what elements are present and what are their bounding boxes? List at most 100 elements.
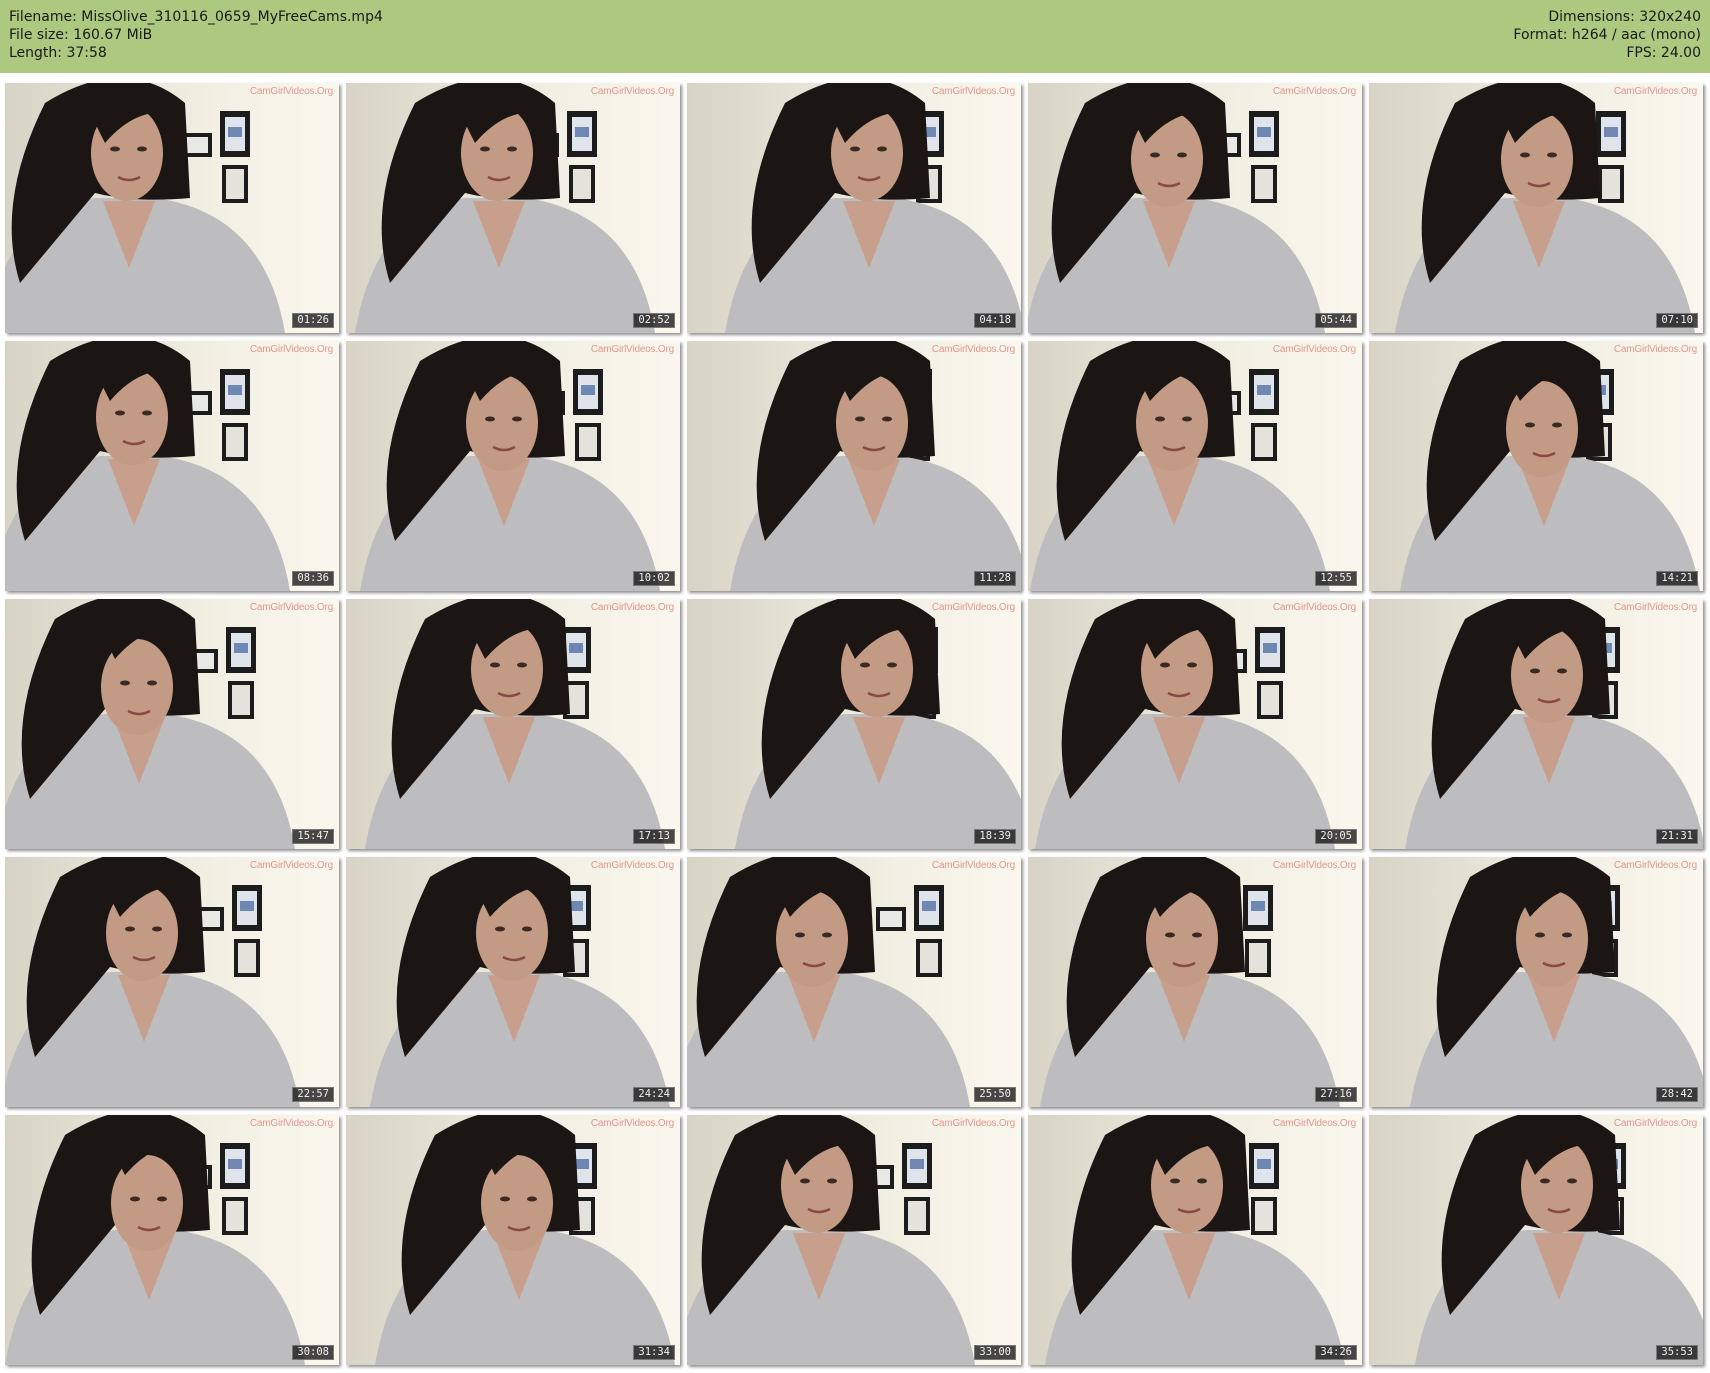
frame-image [5,1115,339,1365]
timestamp-label: 04:18 [974,313,1016,328]
video-thumbnail: CamGirlVideos.Org 05:44 [1028,83,1362,333]
frame-image [5,83,339,333]
video-thumbnail: CamGirlVideos.Org 14:21 [1369,341,1703,591]
watermark-text: CamGirlVideos.Org [249,860,333,871]
frame-image [1028,341,1362,591]
video-thumbnail: CamGirlVideos.Org 08:36 [5,341,339,591]
watermark-text: CamGirlVideos.Org [1613,1118,1697,1129]
timestamp-label: 02:52 [633,313,675,328]
watermark-text: CamGirlVideos.Org [931,1118,1015,1129]
timestamp-label: 15:47 [292,829,334,844]
timestamp-label: 18:39 [974,829,1016,844]
frame-image [346,599,680,849]
timestamp-label: 34:26 [1315,1345,1357,1360]
timestamp-label: 07:10 [1656,313,1698,328]
timestamp-label: 14:21 [1656,571,1698,586]
frame-image [5,857,339,1107]
frame-image [1028,1115,1362,1365]
watermark-text: CamGirlVideos.Org [590,602,674,613]
watermark-text: CamGirlVideos.Org [1613,602,1697,613]
watermark-text: CamGirlVideos.Org [590,1118,674,1129]
video-thumbnail: CamGirlVideos.Org 07:10 [1369,83,1703,333]
video-thumbnail: CamGirlVideos.Org 30:08 [5,1115,339,1365]
watermark-text: CamGirlVideos.Org [931,344,1015,355]
frame-image [1369,857,1703,1107]
timestamp-label: 20:05 [1315,829,1357,844]
video-thumbnail: CamGirlVideos.Org 15:47 [5,599,339,849]
timestamp-label: 11:28 [974,571,1016,586]
video-thumbnail: CamGirlVideos.Org 24:24 [346,857,680,1107]
timestamp-label: 01:26 [292,313,334,328]
video-thumbnail: CamGirlVideos.Org 35:53 [1369,1115,1703,1365]
frame-image [5,599,339,849]
video-thumbnail: CamGirlVideos.Org 31:34 [346,1115,680,1365]
frame-image [687,83,1021,333]
timestamp-label: 21:31 [1656,829,1698,844]
timestamp-label: 05:44 [1315,313,1357,328]
video-thumbnail: CamGirlVideos.Org 10:02 [346,341,680,591]
frame-image [1028,599,1362,849]
timestamp-label: 31:34 [633,1345,675,1360]
video-thumbnail: CamGirlVideos.Org 27:16 [1028,857,1362,1107]
frame-image [687,341,1021,591]
timestamp-label: 35:53 [1656,1345,1698,1360]
watermark-text: CamGirlVideos.Org [931,860,1015,871]
thumbnail-grid: CamGirlVideos.Org 01:26 CamGirlVideos.Org 0… [0,0,1710,1373]
frame-image [1369,599,1703,849]
watermark-text: CamGirlVideos.Org [1272,860,1356,871]
frame-image [1369,1115,1703,1365]
timestamp-label: 33:00 [974,1345,1016,1360]
timestamp-label: 28:42 [1656,1087,1698,1102]
watermark-text: CamGirlVideos.Org [1613,86,1697,97]
timestamp-label: 27:16 [1315,1087,1357,1102]
watermark-text: CamGirlVideos.Org [249,86,333,97]
video-thumbnail: CamGirlVideos.Org 17:13 [346,599,680,849]
watermark-text: CamGirlVideos.Org [931,86,1015,97]
frame-image [1028,857,1362,1107]
video-thumbnail: CamGirlVideos.Org 25:50 [687,857,1021,1107]
frame-image [687,857,1021,1107]
watermark-text: CamGirlVideos.Org [249,1118,333,1129]
frame-image [687,1115,1021,1365]
video-thumbnail: CamGirlVideos.Org 11:28 [687,341,1021,591]
frame-image [346,857,680,1107]
video-thumbnail: CamGirlVideos.Org 02:52 [346,83,680,333]
watermark-text: CamGirlVideos.Org [249,602,333,613]
timestamp-label: 24:24 [633,1087,675,1102]
video-thumbnail: CamGirlVideos.Org 18:39 [687,599,1021,849]
watermark-text: CamGirlVideos.Org [1272,344,1356,355]
timestamp-label: 25:50 [974,1087,1016,1102]
timestamp-label: 22:57 [292,1087,334,1102]
video-thumbnail: CamGirlVideos.Org 12:55 [1028,341,1362,591]
watermark-text: CamGirlVideos.Org [931,602,1015,613]
video-thumbnail: CamGirlVideos.Org 22:57 [5,857,339,1107]
timestamp-label: 12:55 [1315,571,1357,586]
timestamp-label: 17:13 [633,829,675,844]
video-thumbnail: CamGirlVideos.Org 20:05 [1028,599,1362,849]
watermark-text: CamGirlVideos.Org [1613,344,1697,355]
frame-image [5,341,339,591]
frame-image [346,341,680,591]
video-thumbnail: CamGirlVideos.Org 33:00 [687,1115,1021,1365]
watermark-text: CamGirlVideos.Org [590,344,674,355]
watermark-text: CamGirlVideos.Org [1272,602,1356,613]
frame-image [1028,83,1362,333]
watermark-text: CamGirlVideos.Org [590,860,674,871]
watermark-text: CamGirlVideos.Org [249,344,333,355]
video-thumbnail: CamGirlVideos.Org 01:26 [5,83,339,333]
video-thumbnail: CamGirlVideos.Org 04:18 [687,83,1021,333]
timestamp-label: 08:36 [292,571,334,586]
frame-image [1369,341,1703,591]
timestamp-label: 10:02 [633,571,675,586]
frame-image [1369,83,1703,333]
video-thumbnail: CamGirlVideos.Org 34:26 [1028,1115,1362,1365]
watermark-text: CamGirlVideos.Org [590,86,674,97]
video-thumbnail: CamGirlVideos.Org 28:42 [1369,857,1703,1107]
frame-image [346,83,680,333]
frame-image [687,599,1021,849]
watermark-text: CamGirlVideos.Org [1613,860,1697,871]
video-thumbnail: CamGirlVideos.Org 21:31 [1369,599,1703,849]
timestamp-label: 30:08 [292,1345,334,1360]
watermark-text: CamGirlVideos.Org [1272,86,1356,97]
watermark-text: CamGirlVideos.Org [1272,1118,1356,1129]
